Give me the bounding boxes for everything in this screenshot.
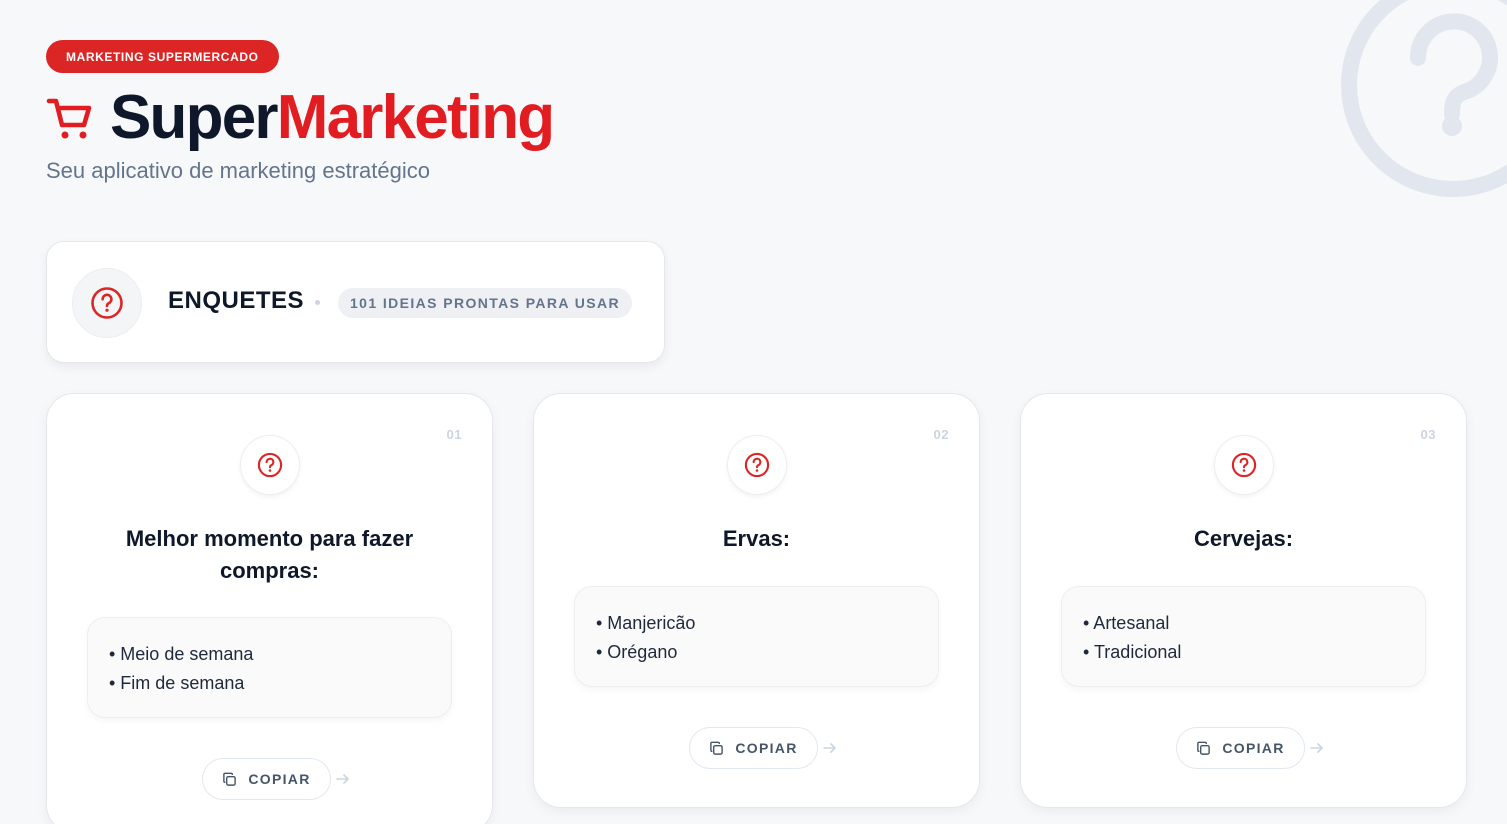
arrow-right-icon (335, 774, 349, 784)
card-title: Melhor momento para fazer compras: (125, 526, 414, 583)
poll-option: • Artesanal (1083, 613, 1170, 633)
poll-option: • Meio de semana (109, 644, 254, 664)
question-circle-icon (91, 287, 123, 319)
copy-button[interactable]: COPIAR (689, 727, 818, 769)
copy-button[interactable]: COPIAR (1176, 727, 1305, 769)
copy-row: COPIAR (534, 727, 979, 769)
category-badge: MARKETING SUPERMERCADO (46, 40, 279, 73)
shopping-cart-icon (46, 98, 92, 139)
card-title: Cervejas: (1193, 526, 1294, 551)
poll-option: • Tradicional (1083, 642, 1182, 662)
copy-row: COPIAR (1021, 727, 1466, 769)
section-title: ENQUETES (168, 287, 305, 314)
card-number: 03 (1420, 427, 1436, 442)
poll-card: 02 Ervas: • Manjericão • Orégano COPIAR (533, 393, 980, 808)
poll-options: • Artesanal • Tradicional (1061, 586, 1426, 687)
copy-icon (1197, 741, 1211, 755)
poll-option: • Manjericão (596, 613, 696, 633)
card-icon-wrapper (726, 435, 787, 495)
tagline: Seu aplicativo de marketing estratégico (46, 158, 430, 183)
card-title: Ervas: (722, 526, 791, 551)
copy-icon (710, 741, 724, 755)
card-icon-wrapper (1213, 435, 1274, 495)
question-circle-icon (744, 452, 769, 478)
section-header-card: ENQUETES 101 IDEIAS PRONTAS PARA USAR (46, 241, 665, 363)
brand: SuperMarketing (46, 83, 555, 152)
copy-button[interactable]: COPIAR (202, 758, 331, 800)
page: MARKETING SUPERMERCADO SuperMarketing Se… (0, 0, 1507, 824)
question-circle-icon (1231, 452, 1256, 478)
poll-card: 03 Cervejas: • Artesanal • Tradicional C… (1020, 393, 1467, 808)
section-icon-wrapper (72, 268, 142, 338)
poll-options: • Manjericão • Orégano (574, 586, 939, 687)
question-circle-icon (257, 452, 282, 478)
poll-card: 01 Melhor momento para fazer compras: • … (46, 393, 493, 824)
poll-option: • Orégano (596, 642, 678, 662)
brand-title-part2: Marketing (276, 83, 555, 152)
brand-title: SuperMarketing (110, 83, 555, 152)
card-icon-wrapper (239, 435, 300, 495)
copy-button-label: COPIAR (1222, 740, 1285, 756)
card-number: 02 (933, 427, 949, 442)
copy-button-label: COPIAR (735, 740, 798, 756)
copy-row: COPIAR (47, 758, 492, 800)
arrow-right-icon (822, 743, 836, 753)
brand-title-part1: Super (110, 83, 279, 152)
copy-button-label: COPIAR (248, 771, 311, 787)
separator-dot (315, 300, 320, 305)
card-number: 01 (446, 427, 462, 442)
arrow-right-icon (1309, 743, 1323, 753)
copy-icon (223, 772, 237, 786)
background-question-icon (1341, 0, 1507, 197)
poll-option: • Fim de semana (109, 673, 245, 693)
ideas-count-pill: 101 IDEIAS PRONTAS PARA USAR (338, 288, 632, 318)
poll-options: • Meio de semana • Fim de semana (87, 617, 452, 718)
